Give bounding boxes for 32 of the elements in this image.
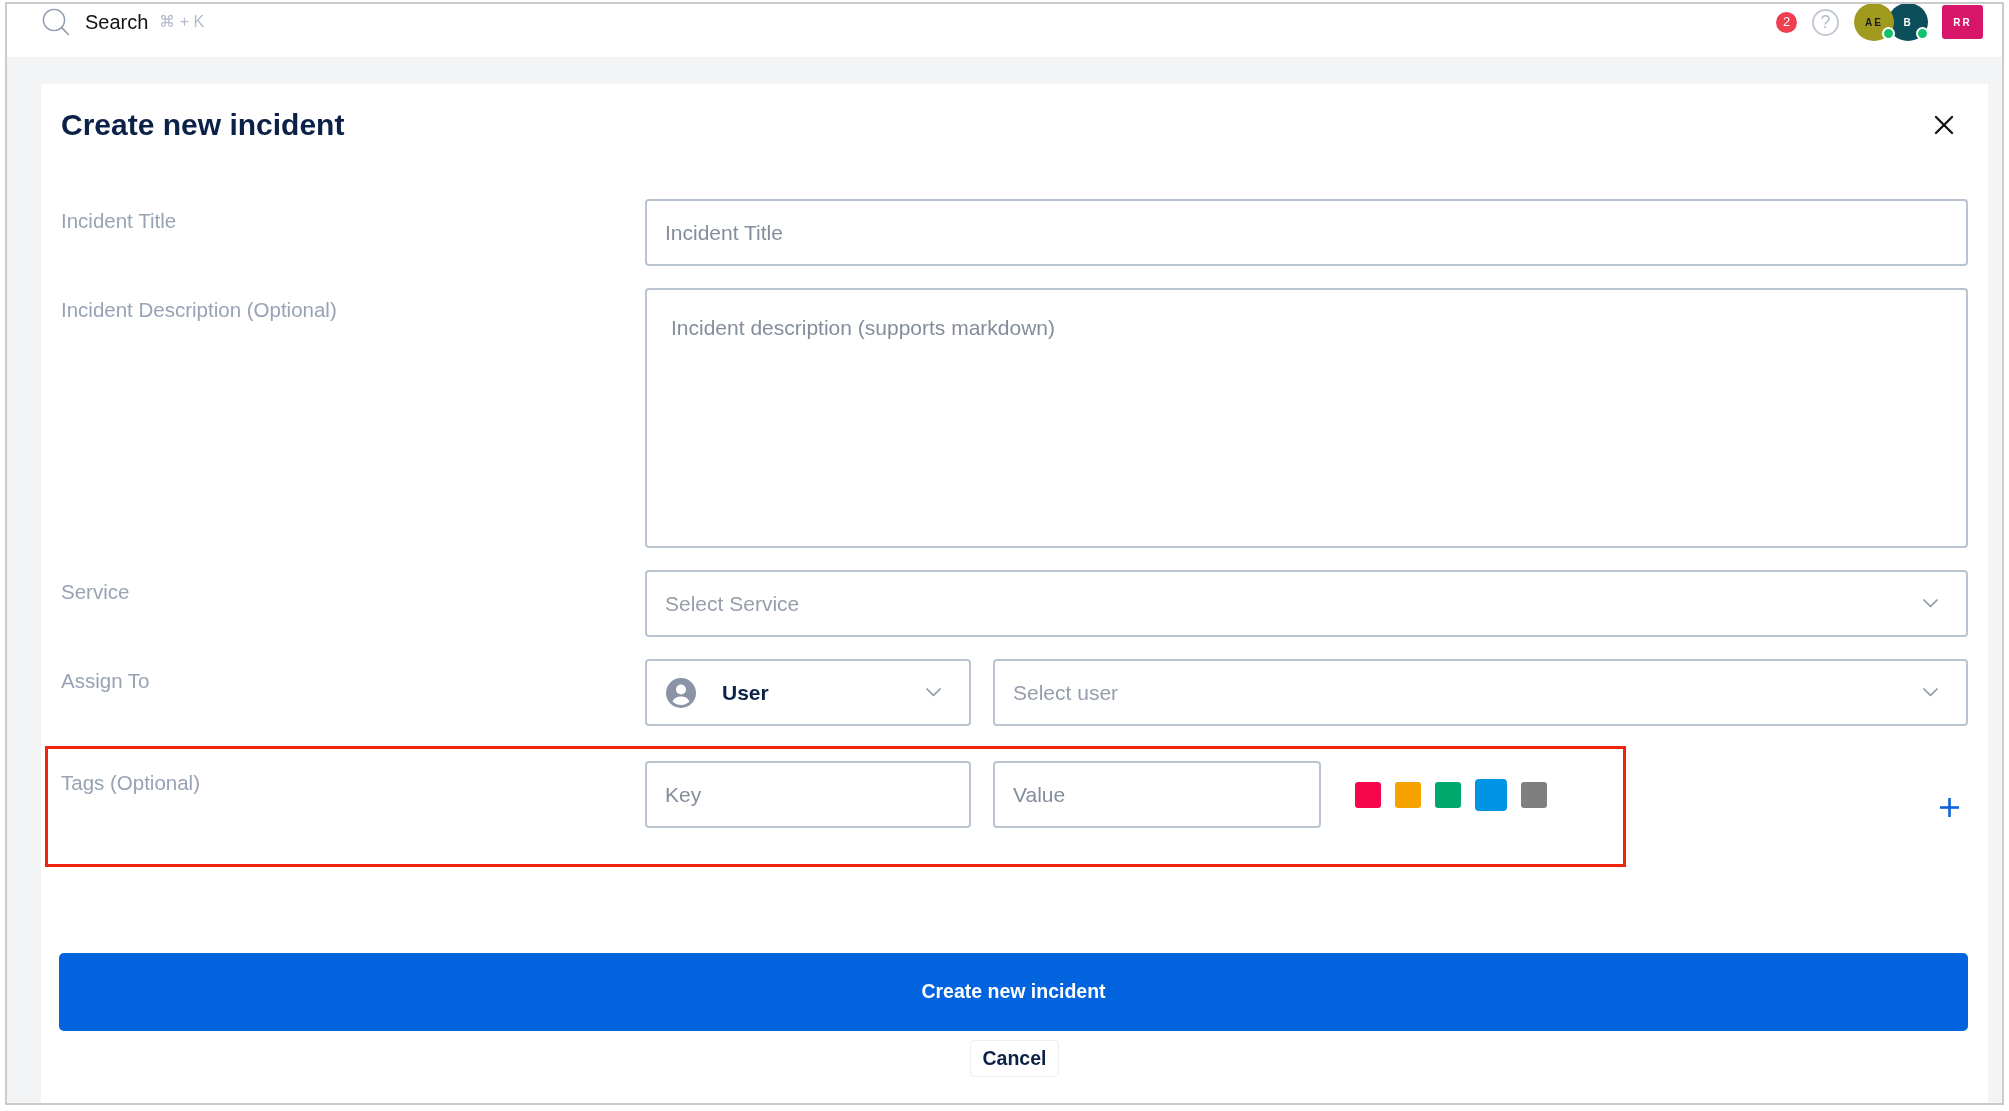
avatar[interactable]: AE <box>1854 4 1894 41</box>
user-icon <box>666 677 696 708</box>
plus-icon <box>1939 797 1960 818</box>
search-button[interactable]: Search <box>42 7 149 37</box>
search-icon <box>42 8 70 36</box>
color-swatch-icon[interactable] <box>1435 781 1461 808</box>
field-label: Tags (Optional) <box>61 770 201 796</box>
close-icon <box>1934 115 1954 135</box>
color-swatch-icon[interactable] <box>1521 781 1547 808</box>
close-button[interactable] <box>1932 113 1956 137</box>
color-swatch-icon[interactable] <box>1395 781 1421 808</box>
chevron-down-icon <box>1923 599 1938 608</box>
description-textarea[interactable]: Incident description (supports markdown) <box>645 288 1968 548</box>
field-label: Assign To <box>61 668 151 694</box>
assignee-type-select[interactable]: User <box>645 659 971 726</box>
chevron-down-icon <box>926 688 941 697</box>
create-incident-button[interactable]: Create new incident <box>59 953 1968 1031</box>
shortcut-hint: ⌘ + K <box>159 12 205 32</box>
avatar[interactable]: RR <box>1942 5 1983 39</box>
notification-badge: 2 <box>1776 11 1797 33</box>
field-label: Incident Description (Optional) <box>61 297 338 323</box>
color-swatch-icon[interactable] <box>1355 781 1381 808</box>
tag-value-input[interactable]: Value <box>993 761 1321 828</box>
text-input[interactable]: Incident Title <box>645 199 1968 266</box>
field-label: Service <box>61 579 131 605</box>
field-label: Incident Title <box>61 208 178 234</box>
dialog-title: Create new incident <box>61 107 345 143</box>
cancel-button[interactable]: Cancel <box>969 1040 1060 1078</box>
chevron-down-icon <box>1923 688 1938 697</box>
tag-key-input[interactable]: Key <box>645 761 971 828</box>
add-tag-button[interactable] <box>1939 797 1960 818</box>
color-swatch-icon[interactable] <box>1475 778 1507 811</box>
